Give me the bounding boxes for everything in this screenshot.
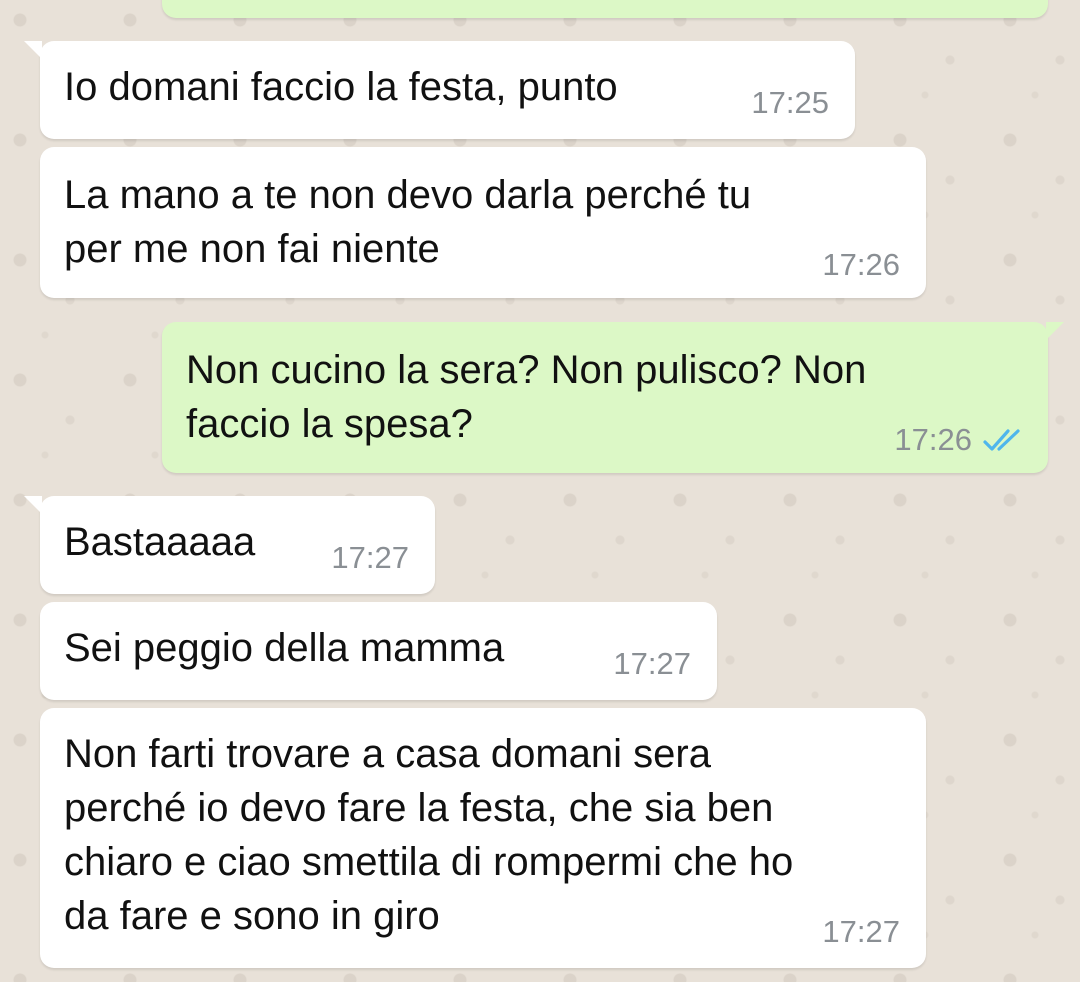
message-timestamp: 17:27 <box>613 646 691 681</box>
message-text-line: Non cucino la sera? Non pulisco? Non <box>186 348 867 392</box>
message-bubble-incoming[interactable]: Sei peggio della mamma 17:27 <box>40 602 717 700</box>
message-text-line: perché io devo fare la festa, che sia be… <box>64 786 774 830</box>
message-timestamp: 17:26 <box>822 247 900 282</box>
message-text: Io domani faccio la festa, punto <box>64 65 618 109</box>
message-timestamp: 17:27 <box>331 540 409 575</box>
message-text: Bastaaaaa <box>64 520 256 564</box>
double-check-icon <box>983 429 1020 451</box>
message-bubble-incoming[interactable]: La mano a te non devo darla perché tu pe… <box>40 147 926 298</box>
message-text: Sei peggio della mamma <box>64 626 505 670</box>
message-text-line: faccio la spesa? <box>186 402 473 446</box>
message-text-line: per me non fai niente <box>64 227 440 271</box>
message-bubble-outgoing[interactable]: Non cucino la sera? Non pulisco? Non fac… <box>162 322 1064 473</box>
message-bubble-incoming[interactable]: Io domani faccio la festa, punto 17:25 <box>24 41 855 139</box>
message-text-line: La mano a te non devo darla perché tu <box>64 173 752 217</box>
message-text-line: da fare e sono in giro <box>64 894 440 938</box>
message-bubble-incoming[interactable]: Bastaaaaa 17:27 <box>24 496 435 594</box>
message-text-line: Non farti trovare a casa domani sera <box>64 732 711 776</box>
message-bubble-incoming[interactable]: Non farti trovare a casa domani sera per… <box>40 708 926 968</box>
message-text-line: chiaro e ciao smettila di rompermi che h… <box>64 840 794 884</box>
message-bubble-outgoing-partial[interactable] <box>162 0 1048 18</box>
message-timestamp: 17:27 <box>822 914 900 949</box>
message-timestamp: 17:25 <box>751 85 829 120</box>
message-timestamp: 17:26 <box>894 422 972 457</box>
